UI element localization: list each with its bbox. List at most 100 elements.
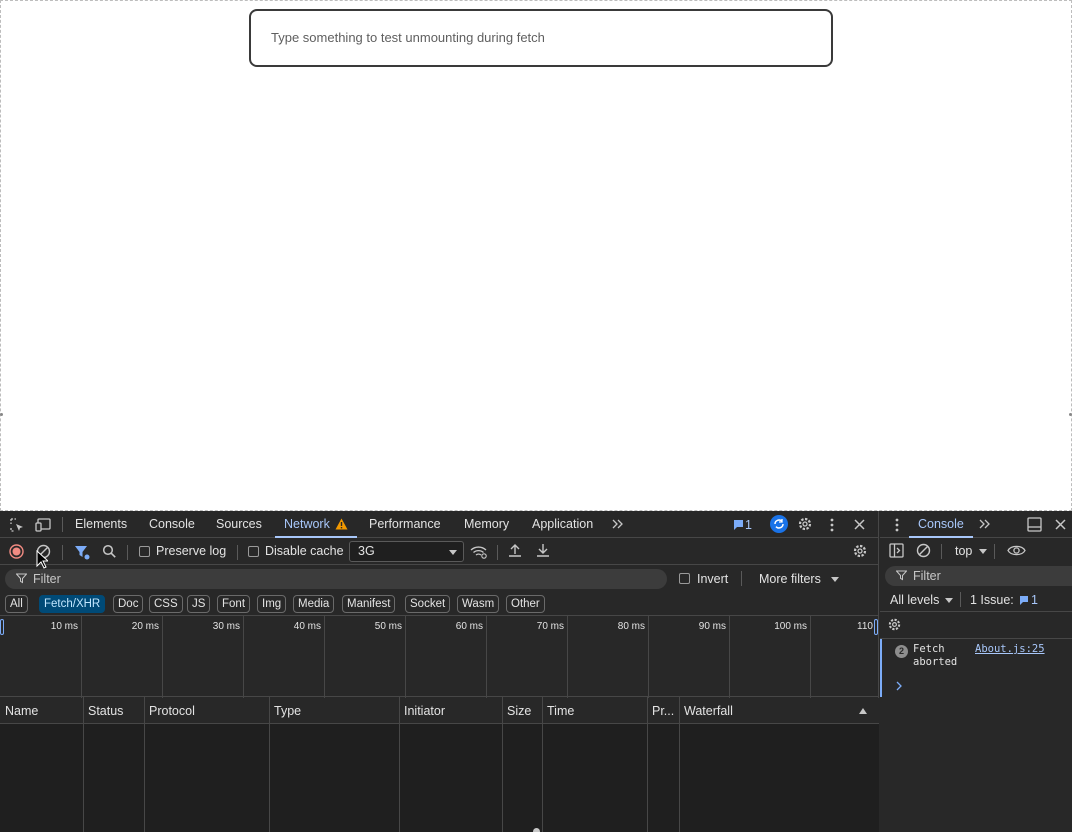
type-filter-media[interactable]: Media bbox=[293, 595, 335, 613]
divider bbox=[741, 571, 742, 586]
dock-side-icon[interactable] bbox=[1027, 517, 1042, 532]
web-page-viewport: Type something to test unmounting during… bbox=[0, 0, 1072, 511]
divider bbox=[127, 545, 128, 560]
settings-gear-icon[interactable] bbox=[797, 516, 813, 532]
show-sidebar-icon[interactable] bbox=[889, 543, 904, 558]
import-har-upload-icon[interactable] bbox=[508, 543, 522, 558]
network-conditions-wifi-icon[interactable] bbox=[470, 544, 488, 560]
type-filter-other[interactable]: Other bbox=[506, 595, 545, 613]
type-filter-socket[interactable]: Socket bbox=[405, 595, 451, 613]
close-devtools-icon[interactable] bbox=[853, 518, 866, 531]
divider bbox=[960, 592, 961, 607]
type-filter-fetch-xhr[interactable]: Fetch/XHR bbox=[39, 595, 106, 613]
type-filter-all[interactable]: All bbox=[5, 595, 28, 613]
type-filter-doc[interactable]: Doc bbox=[113, 595, 144, 613]
close-drawer-icon[interactable] bbox=[1054, 518, 1067, 531]
log-levels-dropdown[interactable]: All levels bbox=[890, 593, 939, 607]
stop-recording-icon[interactable] bbox=[9, 544, 24, 559]
column-header-initiator[interactable]: Initiator bbox=[400, 698, 445, 724]
type-filter-img[interactable]: Img bbox=[257, 595, 287, 613]
column-header-name[interactable]: Name bbox=[1, 698, 38, 724]
disable-cache-checkbox[interactable] bbox=[248, 546, 259, 557]
console-drawer: Console top Filter All levels 1 Issue: 1… bbox=[880, 511, 1072, 832]
network-settings-gear-icon[interactable] bbox=[852, 543, 868, 559]
search-icon[interactable] bbox=[102, 544, 117, 559]
tab-sources[interactable]: Sources bbox=[216, 511, 262, 538]
overview-right-handle[interactable] bbox=[874, 619, 878, 635]
column-header-priority[interactable]: Pr... bbox=[648, 698, 674, 724]
warning-icon bbox=[335, 518, 348, 530]
overview-left-handle[interactable] bbox=[0, 619, 4, 635]
tab-application[interactable]: Application bbox=[532, 511, 593, 538]
more-drawer-tabs-chevron-icon[interactable] bbox=[978, 518, 992, 530]
clear-console-icon[interactable] bbox=[916, 543, 931, 558]
overview-tick-label: 30 ms bbox=[212, 621, 240, 632]
type-filter-font[interactable]: Font bbox=[217, 595, 251, 613]
export-har-download-icon[interactable] bbox=[536, 543, 550, 558]
invert-checkbox[interactable] bbox=[679, 573, 690, 584]
tab-performance[interactable]: Performance bbox=[369, 511, 441, 538]
console-settings-gear-icon[interactable] bbox=[887, 617, 902, 632]
overview-tick-label: 90 ms bbox=[698, 621, 726, 632]
drawer-resize-handle[interactable] bbox=[533, 828, 540, 832]
column-header-status[interactable]: Status bbox=[84, 698, 123, 724]
tab-network[interactable]: Network bbox=[275, 511, 358, 538]
network-throttling-select[interactable]: 3G bbox=[349, 541, 464, 562]
overview-tick-label: 110 bbox=[857, 621, 873, 632]
column-header-waterfall[interactable]: Waterfall bbox=[680, 698, 733, 724]
device-toolbar-icon[interactable] bbox=[35, 517, 53, 533]
issues-flag-icon bbox=[1019, 595, 1030, 606]
tab-elements[interactable]: Elements bbox=[75, 511, 127, 538]
live-expression-eye-icon[interactable] bbox=[1007, 544, 1026, 557]
type-filter-manifest[interactable]: Manifest bbox=[342, 595, 396, 613]
overview-tick-label: 50 ms bbox=[374, 621, 402, 632]
requests-table-body bbox=[0, 724, 879, 832]
network-overview-timeline[interactable]: 10 ms 20 ms 30 ms 40 ms 50 ms 60 ms 70 m… bbox=[0, 615, 879, 698]
column-header-type[interactable]: Type bbox=[270, 698, 301, 724]
drawer-tab-console[interactable]: Console bbox=[909, 511, 973, 538]
filter-placeholder: Filter bbox=[33, 572, 61, 586]
more-options-kebab-icon[interactable] bbox=[829, 517, 835, 533]
viewport-resize-handle-left[interactable] bbox=[0, 413, 3, 416]
type-filter-js[interactable]: JS bbox=[187, 595, 211, 613]
type-filter-wasm[interactable]: Wasm bbox=[457, 595, 500, 613]
chevron-down-icon bbox=[979, 549, 987, 554]
selected-message-indicator bbox=[880, 639, 882, 697]
console-message-source-link[interactable]: About.js:25 bbox=[975, 643, 1045, 655]
network-toolbar: Preserve log Disable cache 3G bbox=[0, 538, 879, 565]
divider bbox=[994, 544, 995, 559]
issues-count[interactable]: 1 bbox=[745, 518, 752, 532]
tab-console[interactable]: Console bbox=[149, 511, 195, 538]
issues-count: 1 bbox=[1031, 593, 1038, 607]
divider bbox=[62, 545, 63, 560]
console-prompt-chevron-icon[interactable] bbox=[896, 681, 903, 691]
test-text-input[interactable]: Type something to test unmounting during… bbox=[249, 9, 833, 67]
chevron-down-icon bbox=[945, 598, 953, 603]
filter-icon bbox=[896, 570, 907, 581]
column-header-time[interactable]: Time bbox=[543, 698, 574, 724]
message-repeat-count: 2 bbox=[895, 645, 908, 658]
network-filter-input[interactable] bbox=[5, 569, 667, 589]
overview-tick-label: 80 ms bbox=[617, 621, 645, 632]
tab-network-label: Network bbox=[284, 517, 330, 531]
inspect-element-icon[interactable] bbox=[9, 517, 25, 533]
column-header-protocol[interactable]: Protocol bbox=[145, 698, 195, 724]
type-filter-css[interactable]: CSS bbox=[149, 595, 183, 613]
drawer-menu-kebab-icon[interactable] bbox=[894, 517, 900, 533]
filter-funnel-icon[interactable] bbox=[74, 544, 90, 560]
more-tabs-chevron-icon[interactable] bbox=[611, 518, 625, 530]
more-filters-dropdown[interactable]: More filters bbox=[759, 572, 821, 586]
tab-memory[interactable]: Memory bbox=[464, 511, 509, 538]
column-header-size[interactable]: Size bbox=[503, 698, 531, 724]
requests-table-header: Name Status Protocol Type Initiator Size… bbox=[0, 698, 879, 724]
overview-tick-label: 60 ms bbox=[455, 621, 483, 632]
context-selector[interactable]: top bbox=[955, 544, 972, 558]
drawer-tabbar: Console bbox=[880, 511, 1072, 538]
extension-sync-icon[interactable] bbox=[770, 515, 788, 533]
issues-flag-icon[interactable] bbox=[733, 519, 745, 531]
overview-tick-label: 40 ms bbox=[293, 621, 321, 632]
issues-link[interactable]: 1 Issue: bbox=[970, 593, 1014, 607]
preserve-log-checkbox[interactable] bbox=[139, 546, 150, 557]
overview-tick-label: 10 ms bbox=[50, 621, 78, 632]
mouse-pointer-icon bbox=[36, 550, 48, 569]
